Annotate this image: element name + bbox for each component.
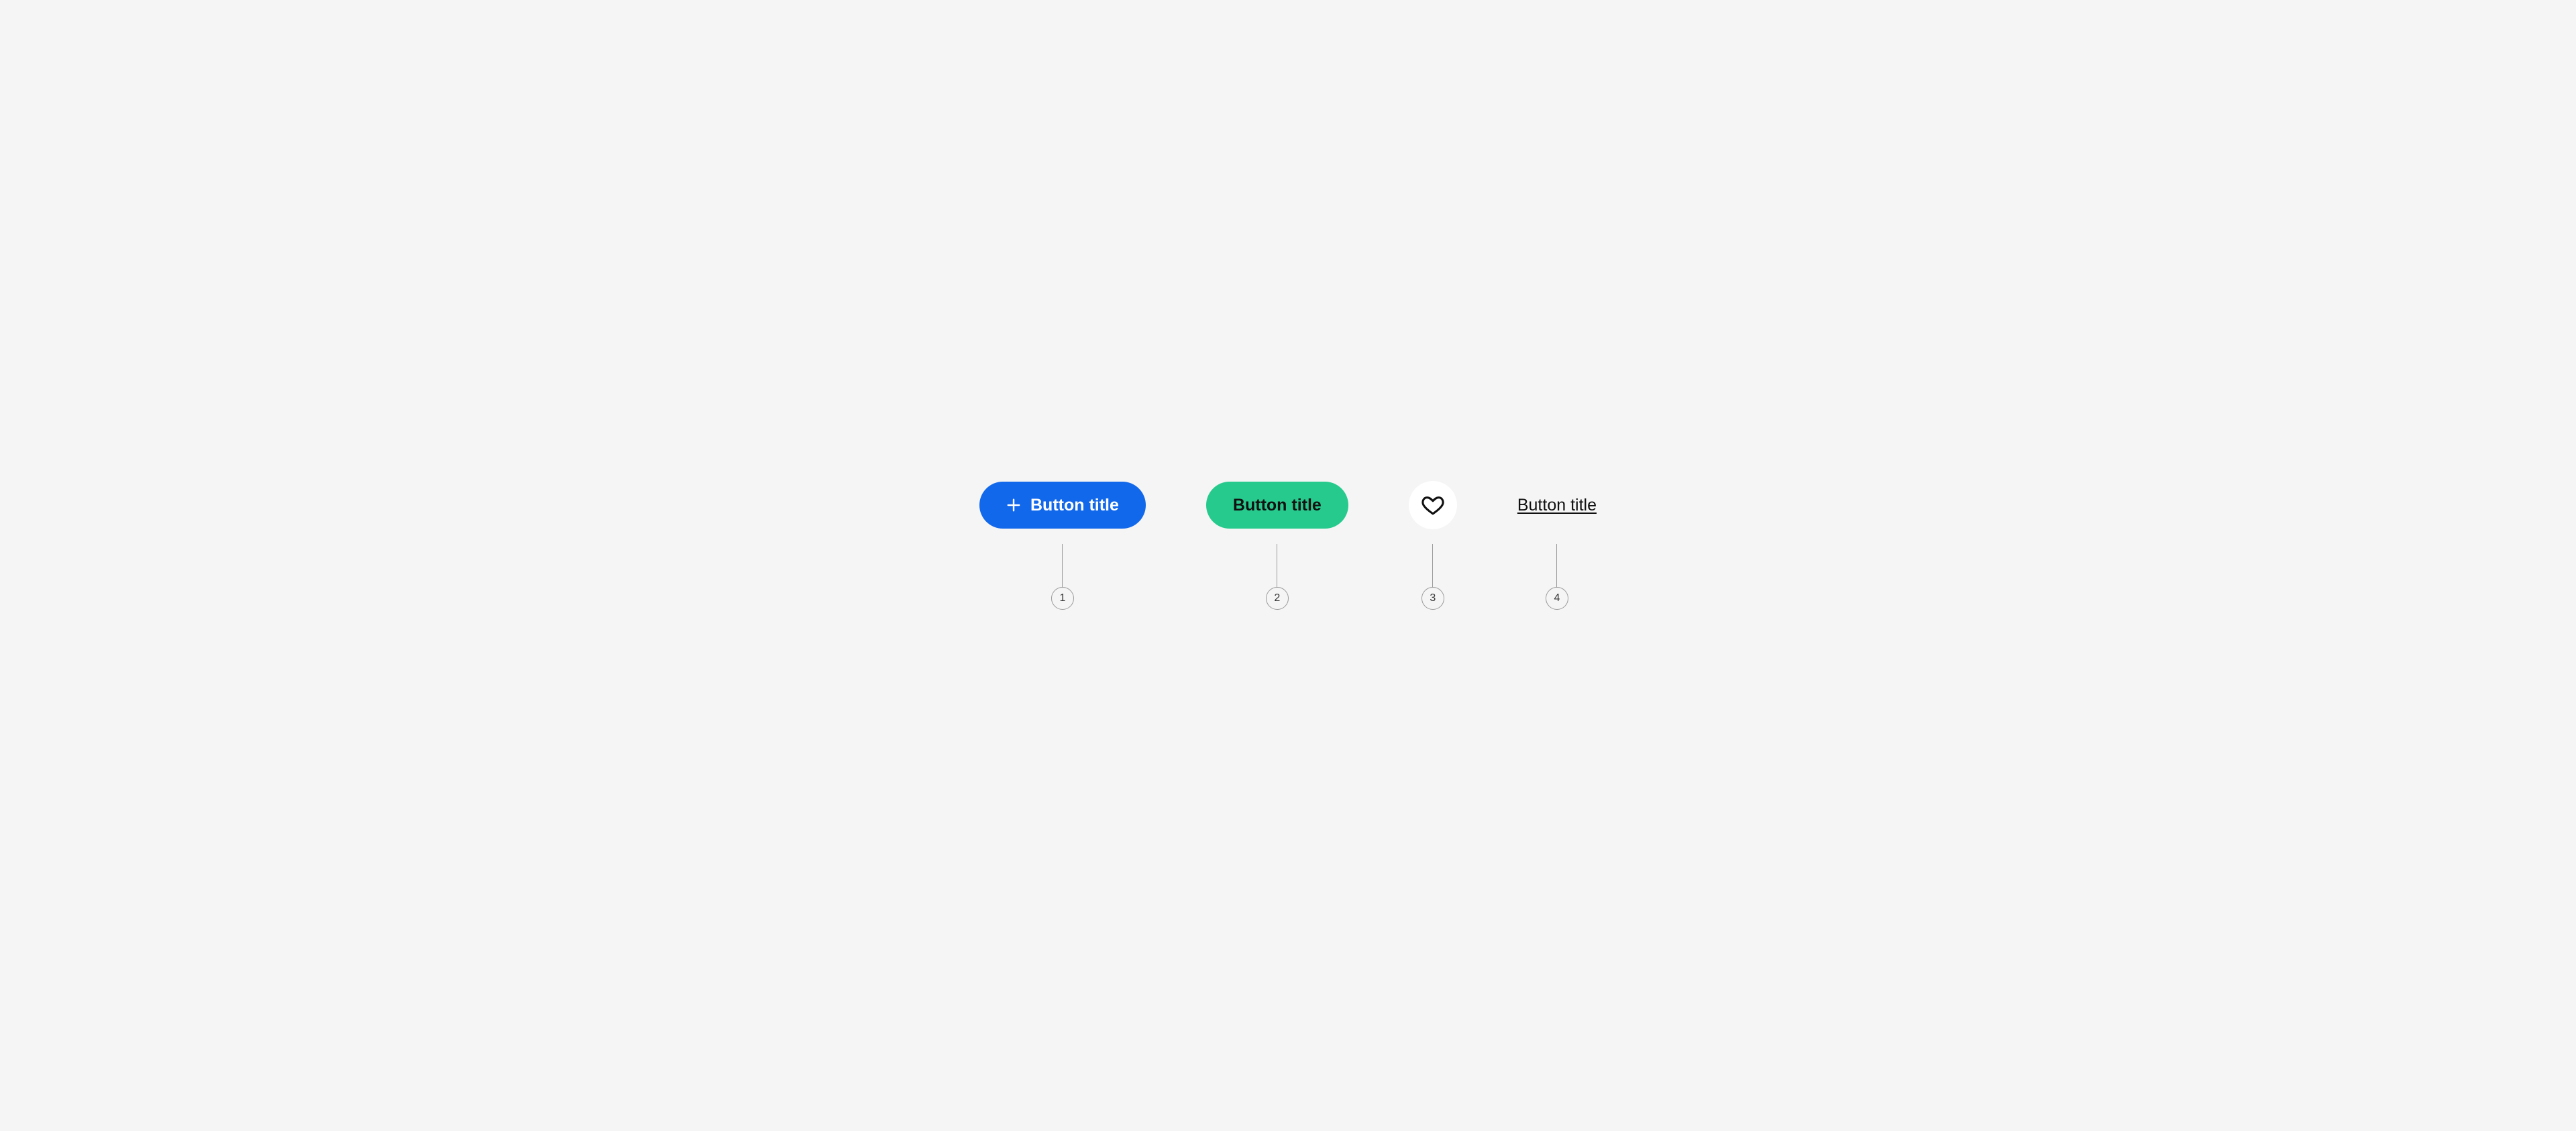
annotation-1: 1 [1051, 544, 1074, 610]
secondary-button-label: Button title [1233, 496, 1322, 515]
annotation-4: 4 [1546, 544, 1568, 610]
annotation-line [1062, 544, 1063, 588]
example-3: 3 [1409, 481, 1457, 610]
button-examples-row: Button title 1 Button title 2 [979, 481, 1597, 610]
example-1: Button title 1 [979, 481, 1146, 610]
secondary-button[interactable]: Button title [1206, 482, 1348, 529]
link-button[interactable]: Button title [1517, 496, 1597, 515]
annotation-badge: 2 [1266, 587, 1289, 610]
annotation-badge: 4 [1546, 587, 1568, 610]
button-slot: Button title [979, 481, 1146, 529]
plus-icon [1006, 498, 1021, 513]
button-slot: Button title [1206, 481, 1348, 529]
annotation-2: 2 [1266, 544, 1289, 610]
annotation-3: 3 [1421, 544, 1444, 610]
heart-icon [1421, 494, 1444, 517]
annotation-badge: 1 [1051, 587, 1074, 610]
button-slot: Button title [1517, 481, 1597, 529]
button-slot [1409, 481, 1457, 529]
primary-button-label: Button title [1030, 496, 1119, 515]
annotation-badge: 3 [1421, 587, 1444, 610]
icon-button[interactable] [1409, 481, 1457, 529]
example-4: Button title 4 [1517, 481, 1597, 610]
annotation-line [1556, 544, 1557, 588]
annotation-line [1432, 544, 1433, 588]
link-button-label: Button title [1517, 496, 1597, 515]
primary-button[interactable]: Button title [979, 482, 1146, 529]
example-2: Button title 2 [1206, 481, 1348, 610]
